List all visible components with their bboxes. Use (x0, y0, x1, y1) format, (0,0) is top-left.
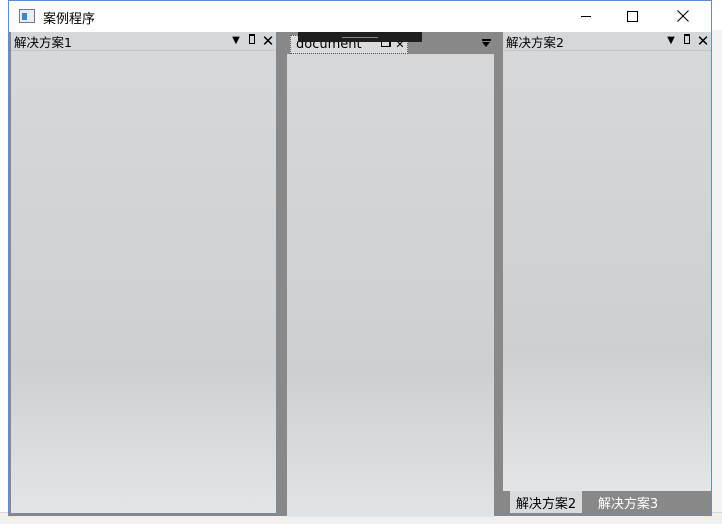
close-button[interactable] (660, 1, 706, 31)
tab-solution3[interactable]: 解决方案3 (588, 491, 668, 513)
maximize-icon (626, 10, 638, 22)
left-pane-title: 解决方案1 (14, 34, 72, 50)
background-app-right-edge (712, 30, 722, 523)
document-list-dropdown-icon[interactable] (482, 39, 491, 48)
tab-solution2[interactable]: 解决方案2 (510, 491, 582, 513)
title-bar[interactable]: 案例程序 (9, 1, 711, 32)
chevron-down-icon[interactable]: ▼ (228, 32, 244, 50)
close-icon[interactable]: ✕ (260, 33, 276, 49)
main-window: 案例程序 解决方案1 ▼ ✕ document ✕ 解决方案2 ▼ ✕ 解决方案… (8, 0, 712, 517)
close-icon (677, 10, 689, 22)
left-dock-pane: 解决方案1 ▼ ✕ (11, 32, 276, 513)
chevron-down-icon[interactable]: ▼ (663, 32, 679, 50)
pin-icon[interactable] (244, 32, 260, 50)
left-pane-header[interactable]: 解决方案1 ▼ ✕ (11, 32, 276, 51)
maximize-button[interactable] (609, 1, 655, 31)
right-pane-title: 解决方案2 (506, 34, 564, 50)
drag-handle[interactable] (298, 32, 422, 42)
right-pane-tab-strip: 解决方案2 解决方案3 (503, 491, 711, 515)
window-title: 案例程序 (43, 12, 96, 27)
minimize-icon (581, 15, 591, 17)
document-pane (287, 32, 494, 517)
right-pane-header[interactable]: 解决方案2 ▼ ✕ (503, 32, 711, 51)
app-icon (19, 9, 35, 23)
pin-icon[interactable] (679, 32, 695, 50)
right-dock-pane: 解决方案2 ▼ ✕ (503, 32, 711, 491)
close-icon[interactable]: ✕ (695, 33, 711, 49)
minimize-button[interactable] (563, 1, 609, 31)
